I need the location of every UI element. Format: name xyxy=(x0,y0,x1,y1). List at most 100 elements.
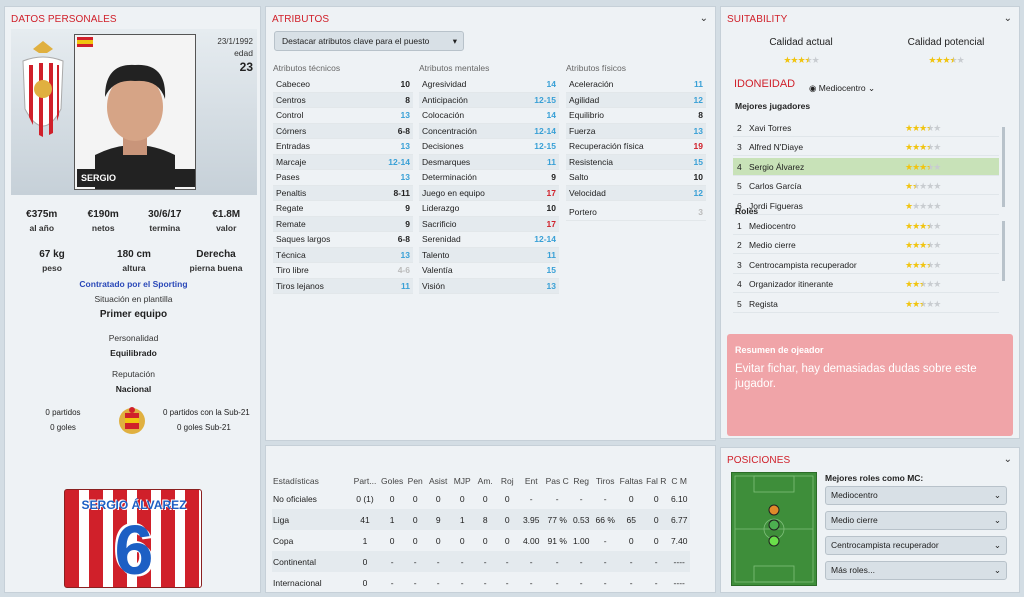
attribute-value: 13 xyxy=(693,125,703,136)
table-cell: - xyxy=(380,551,405,572)
attribute-value: 12-14 xyxy=(534,234,556,244)
attribute-name: Remate xyxy=(276,218,306,229)
chevron-down-icon: ⌄ xyxy=(993,540,1001,550)
role-dropdown[interactable]: Mediocentro ⌄ xyxy=(825,486,1007,505)
attribute-value: 8 xyxy=(698,110,703,120)
role-dropdown[interactable]: Centrocampista recuperador ⌄ xyxy=(825,536,1007,555)
highlight-attributes-dropdown[interactable]: Destacar atributos clave para el puesto ▾ xyxy=(274,31,464,51)
table-row[interactable]: Internacional 0- - - - - - - - - - - - ---- xyxy=(272,572,690,593)
table-cell: - xyxy=(505,577,509,588)
physical-attributes: Atributos físicos Aceleración 11 Agilidad 1… xyxy=(566,63,706,221)
column-header[interactable]: Roj xyxy=(496,474,518,488)
attribute-name: Regate xyxy=(276,203,304,213)
attribute-value: 11 xyxy=(694,79,703,89)
table-cell: ---- xyxy=(668,551,691,572)
list-item[interactable]: 4 Sergio Álvarez ★★★★★ xyxy=(733,157,999,176)
attribute-row: Saques largos 6-8 xyxy=(273,232,413,248)
attribute-value: 12 xyxy=(693,187,703,198)
contract-link[interactable]: Contratado por el Sporting xyxy=(5,279,262,289)
rating-stars: ★★★★★ xyxy=(905,221,941,231)
net-label: netos xyxy=(91,223,115,233)
scrollbar[interactable] xyxy=(1002,127,1005,207)
table-cell: 0 xyxy=(644,509,669,530)
column-header: Atributos mentales xyxy=(419,63,490,73)
column-header[interactable]: Asist xyxy=(426,474,450,488)
list-item[interactable]: 5 Regista ★★★★★ xyxy=(733,295,999,313)
attribute-row: Colocación 14 xyxy=(419,108,559,124)
weight-value: 67 kg xyxy=(39,249,65,260)
item-name: Centrocampista recuperador xyxy=(749,259,857,270)
contract-stats: €375m al año €190m netos 30/6/17 termina €1… xyxy=(11,209,257,233)
item-name: Medio cierre xyxy=(749,240,796,251)
attribute-value: 19 xyxy=(693,141,703,151)
item-name: Mediocentro xyxy=(749,221,796,231)
attribute-value: 10 xyxy=(546,203,556,213)
list-item[interactable]: 4 Organizador itinerante ★★★★★ xyxy=(733,275,999,294)
rating-stars: ★★★★★ xyxy=(905,161,941,172)
chevron-down-icon: ▾ xyxy=(452,36,457,46)
scout-report: Resumen de ojeador Evitar fichar, hay de… xyxy=(727,334,1013,436)
column-header[interactable]: Pas C xyxy=(544,474,570,488)
attribute-row: Resistencia 15 xyxy=(566,154,706,170)
column-header[interactable]: Fal R xyxy=(644,474,668,488)
list-item[interactable]: 2 Xavi Torres ★★★★★ xyxy=(733,119,999,137)
mental-attributes: Atributos mentales Agresividad 14 Anticipa… xyxy=(419,63,559,294)
chevron-down-icon[interactable]: ⌄ xyxy=(700,13,708,24)
column-header[interactable]: Am. xyxy=(474,474,496,488)
list-item[interactable]: 2 Medio cierre ★★★★★ xyxy=(733,236,999,255)
column-header[interactable]: C M xyxy=(668,474,690,488)
column-header[interactable]: Goles xyxy=(380,474,404,488)
table-row[interactable]: No oficiales 0 (1) 0 0 0 0 0 0 - - - - 0 0 6.10 xyxy=(272,488,690,509)
column-header[interactable]: MJP xyxy=(450,474,474,488)
item-name: Organizador itinerante xyxy=(749,279,834,290)
table-cell: 0 xyxy=(404,509,427,530)
attribute-name: Resistencia xyxy=(569,156,613,167)
potential-ability-label: Calidad potencial xyxy=(907,37,985,48)
chevron-down-icon[interactable]: ⌄ xyxy=(1004,454,1012,465)
attribute-row: Aceleración 11 xyxy=(566,77,706,93)
attribute-name: Centros xyxy=(276,94,306,105)
list-item[interactable]: 3 Centrocampista recuperador ★★★★★ xyxy=(733,256,999,274)
table-cell: - xyxy=(603,535,607,546)
table-cell: 8 xyxy=(474,509,497,530)
table-row[interactable]: Continental 0- - - - - - - - - - - - ---- xyxy=(272,551,691,572)
column-header[interactable]: Pen xyxy=(404,474,426,488)
list-item[interactable]: 5 Carlos García ★★★★★ xyxy=(733,177,999,196)
role-dropdown[interactable]: Más roles... ⌄ xyxy=(825,561,1007,580)
table-cell: 0 xyxy=(350,551,380,572)
attribute-row: Marcaje 12-14 xyxy=(273,154,413,170)
rating-stars: ★★★★★ xyxy=(905,200,941,211)
item-name: Regista xyxy=(749,298,778,309)
table-cell: 0.53 xyxy=(570,509,593,530)
column-header[interactable]: Part... xyxy=(350,474,380,488)
table-cell: - xyxy=(555,577,559,588)
column-header[interactable]: Tiros xyxy=(592,474,618,488)
scrollbar[interactable] xyxy=(1002,221,1005,281)
rank: 1 xyxy=(737,221,742,231)
list-item[interactable]: 1 Mediocentro ★★★★★ xyxy=(733,217,999,235)
table-cell: - xyxy=(426,551,451,572)
table-row[interactable]: Liga 41 1 0 9 1 8 0 3.95 77 % 0.53 66 % 65 0 6.77 xyxy=(272,509,691,530)
table-cell: - xyxy=(629,577,633,588)
positions-panel: POSICIONES ⌄ Mejores roles como MC: Medi… xyxy=(720,447,1020,593)
attribute-value: 13 xyxy=(400,110,410,120)
table-cell: 77 % xyxy=(544,509,571,530)
list-item[interactable]: 3 Alfred N'Diaye ★★★★★ xyxy=(733,138,999,157)
role-dropdown[interactable]: Medio cierre ⌄ xyxy=(825,511,1007,530)
attribute-name: Técnica xyxy=(276,249,306,260)
table-cell: - xyxy=(404,551,427,572)
column-header[interactable]: Faltas xyxy=(618,474,644,488)
rank: 3 xyxy=(737,259,742,270)
column-header[interactable]: Estadísticas xyxy=(272,474,350,488)
attribute-name: Velocidad xyxy=(569,187,606,198)
position-select[interactable]: ◉ Mediocentro ⌄ xyxy=(809,83,875,94)
attribute-row: Tiros lejanos 11 xyxy=(273,278,413,294)
table-row[interactable]: Copa 1 0 0 0 0 0 0 4.00 91 % 1.00 - 0 0 7.40 xyxy=(272,530,690,551)
table-cell: - xyxy=(570,551,593,572)
column-header[interactable]: Ent xyxy=(518,474,544,488)
list-item[interactable]: 6 Jordi Figueras ★★★★★ xyxy=(733,197,999,215)
column-header[interactable]: Reg xyxy=(570,474,592,488)
table-cell: 0 xyxy=(362,577,368,588)
column-header: Atributos físicos xyxy=(566,63,626,73)
chevron-down-icon[interactable]: ⌄ xyxy=(1004,13,1012,24)
